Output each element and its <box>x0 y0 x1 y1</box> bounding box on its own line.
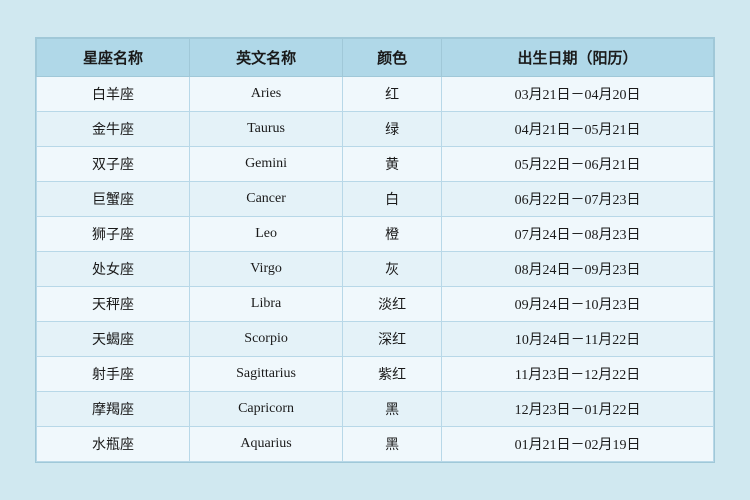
table-row: 处女座Virgo灰08月24日－09月23日 <box>37 252 714 287</box>
cell-dates: 04月21日－05月21日 <box>442 112 714 147</box>
table-row: 天秤座Libra淡红09月24日－10月23日 <box>37 287 714 322</box>
table-row: 水瓶座Aquarius黑01月21日－02月19日 <box>37 427 714 462</box>
cell-chinese-name: 射手座 <box>37 357 190 392</box>
cell-english-name: Cancer <box>190 182 343 217</box>
cell-dates: 06月22日－07月23日 <box>442 182 714 217</box>
cell-english-name: Aquarius <box>190 427 343 462</box>
cell-color: 绿 <box>343 112 442 147</box>
cell-chinese-name: 水瓶座 <box>37 427 190 462</box>
cell-chinese-name: 巨蟹座 <box>37 182 190 217</box>
cell-chinese-name: 天蝎座 <box>37 322 190 357</box>
cell-chinese-name: 金牛座 <box>37 112 190 147</box>
table-header-row: 星座名称 英文名称 颜色 出生日期（阳历） <box>37 39 714 77</box>
cell-chinese-name: 白羊座 <box>37 77 190 112</box>
table-row: 狮子座Leo橙07月24日－08月23日 <box>37 217 714 252</box>
cell-color: 灰 <box>343 252 442 287</box>
cell-color: 橙 <box>343 217 442 252</box>
cell-dates: 03月21日－04月20日 <box>442 77 714 112</box>
table-row: 射手座Sagittarius紫红11月23日－12月22日 <box>37 357 714 392</box>
header-chinese-name: 星座名称 <box>37 39 190 77</box>
header-english-name: 英文名称 <box>190 39 343 77</box>
cell-color: 紫红 <box>343 357 442 392</box>
cell-english-name: Gemini <box>190 147 343 182</box>
cell-chinese-name: 双子座 <box>37 147 190 182</box>
cell-dates: 01月21日－02月19日 <box>442 427 714 462</box>
table-row: 巨蟹座Cancer白06月22日－07月23日 <box>37 182 714 217</box>
cell-dates: 07月24日－08月23日 <box>442 217 714 252</box>
cell-english-name: Scorpio <box>190 322 343 357</box>
cell-color: 白 <box>343 182 442 217</box>
cell-color: 黄 <box>343 147 442 182</box>
table-row: 金牛座Taurus绿04月21日－05月21日 <box>37 112 714 147</box>
cell-color: 黑 <box>343 392 442 427</box>
table-row: 双子座Gemini黄05月22日－06月21日 <box>37 147 714 182</box>
cell-english-name: Capricorn <box>190 392 343 427</box>
cell-dates: 09月24日－10月23日 <box>442 287 714 322</box>
table-row: 摩羯座Capricorn黑12月23日－01月22日 <box>37 392 714 427</box>
cell-english-name: Sagittarius <box>190 357 343 392</box>
cell-english-name: Virgo <box>190 252 343 287</box>
table-row: 天蝎座Scorpio深红10月24日－11月22日 <box>37 322 714 357</box>
zodiac-table: 星座名称 英文名称 颜色 出生日期（阳历） 白羊座Aries红03月21日－04… <box>36 38 714 462</box>
cell-dates: 08月24日－09月23日 <box>442 252 714 287</box>
cell-chinese-name: 处女座 <box>37 252 190 287</box>
cell-chinese-name: 天秤座 <box>37 287 190 322</box>
zodiac-table-container: 星座名称 英文名称 颜色 出生日期（阳历） 白羊座Aries红03月21日－04… <box>35 37 715 463</box>
cell-dates: 10月24日－11月22日 <box>442 322 714 357</box>
cell-english-name: Libra <box>190 287 343 322</box>
cell-dates: 11月23日－12月22日 <box>442 357 714 392</box>
cell-color: 淡红 <box>343 287 442 322</box>
cell-english-name: Aries <box>190 77 343 112</box>
header-color: 颜色 <box>343 39 442 77</box>
cell-english-name: Leo <box>190 217 343 252</box>
cell-color: 红 <box>343 77 442 112</box>
cell-dates: 05月22日－06月21日 <box>442 147 714 182</box>
header-dates: 出生日期（阳历） <box>442 39 714 77</box>
cell-chinese-name: 摩羯座 <box>37 392 190 427</box>
cell-english-name: Taurus <box>190 112 343 147</box>
cell-color: 深红 <box>343 322 442 357</box>
table-row: 白羊座Aries红03月21日－04月20日 <box>37 77 714 112</box>
cell-dates: 12月23日－01月22日 <box>442 392 714 427</box>
cell-color: 黑 <box>343 427 442 462</box>
cell-chinese-name: 狮子座 <box>37 217 190 252</box>
table-body: 白羊座Aries红03月21日－04月20日金牛座Taurus绿04月21日－0… <box>37 77 714 462</box>
